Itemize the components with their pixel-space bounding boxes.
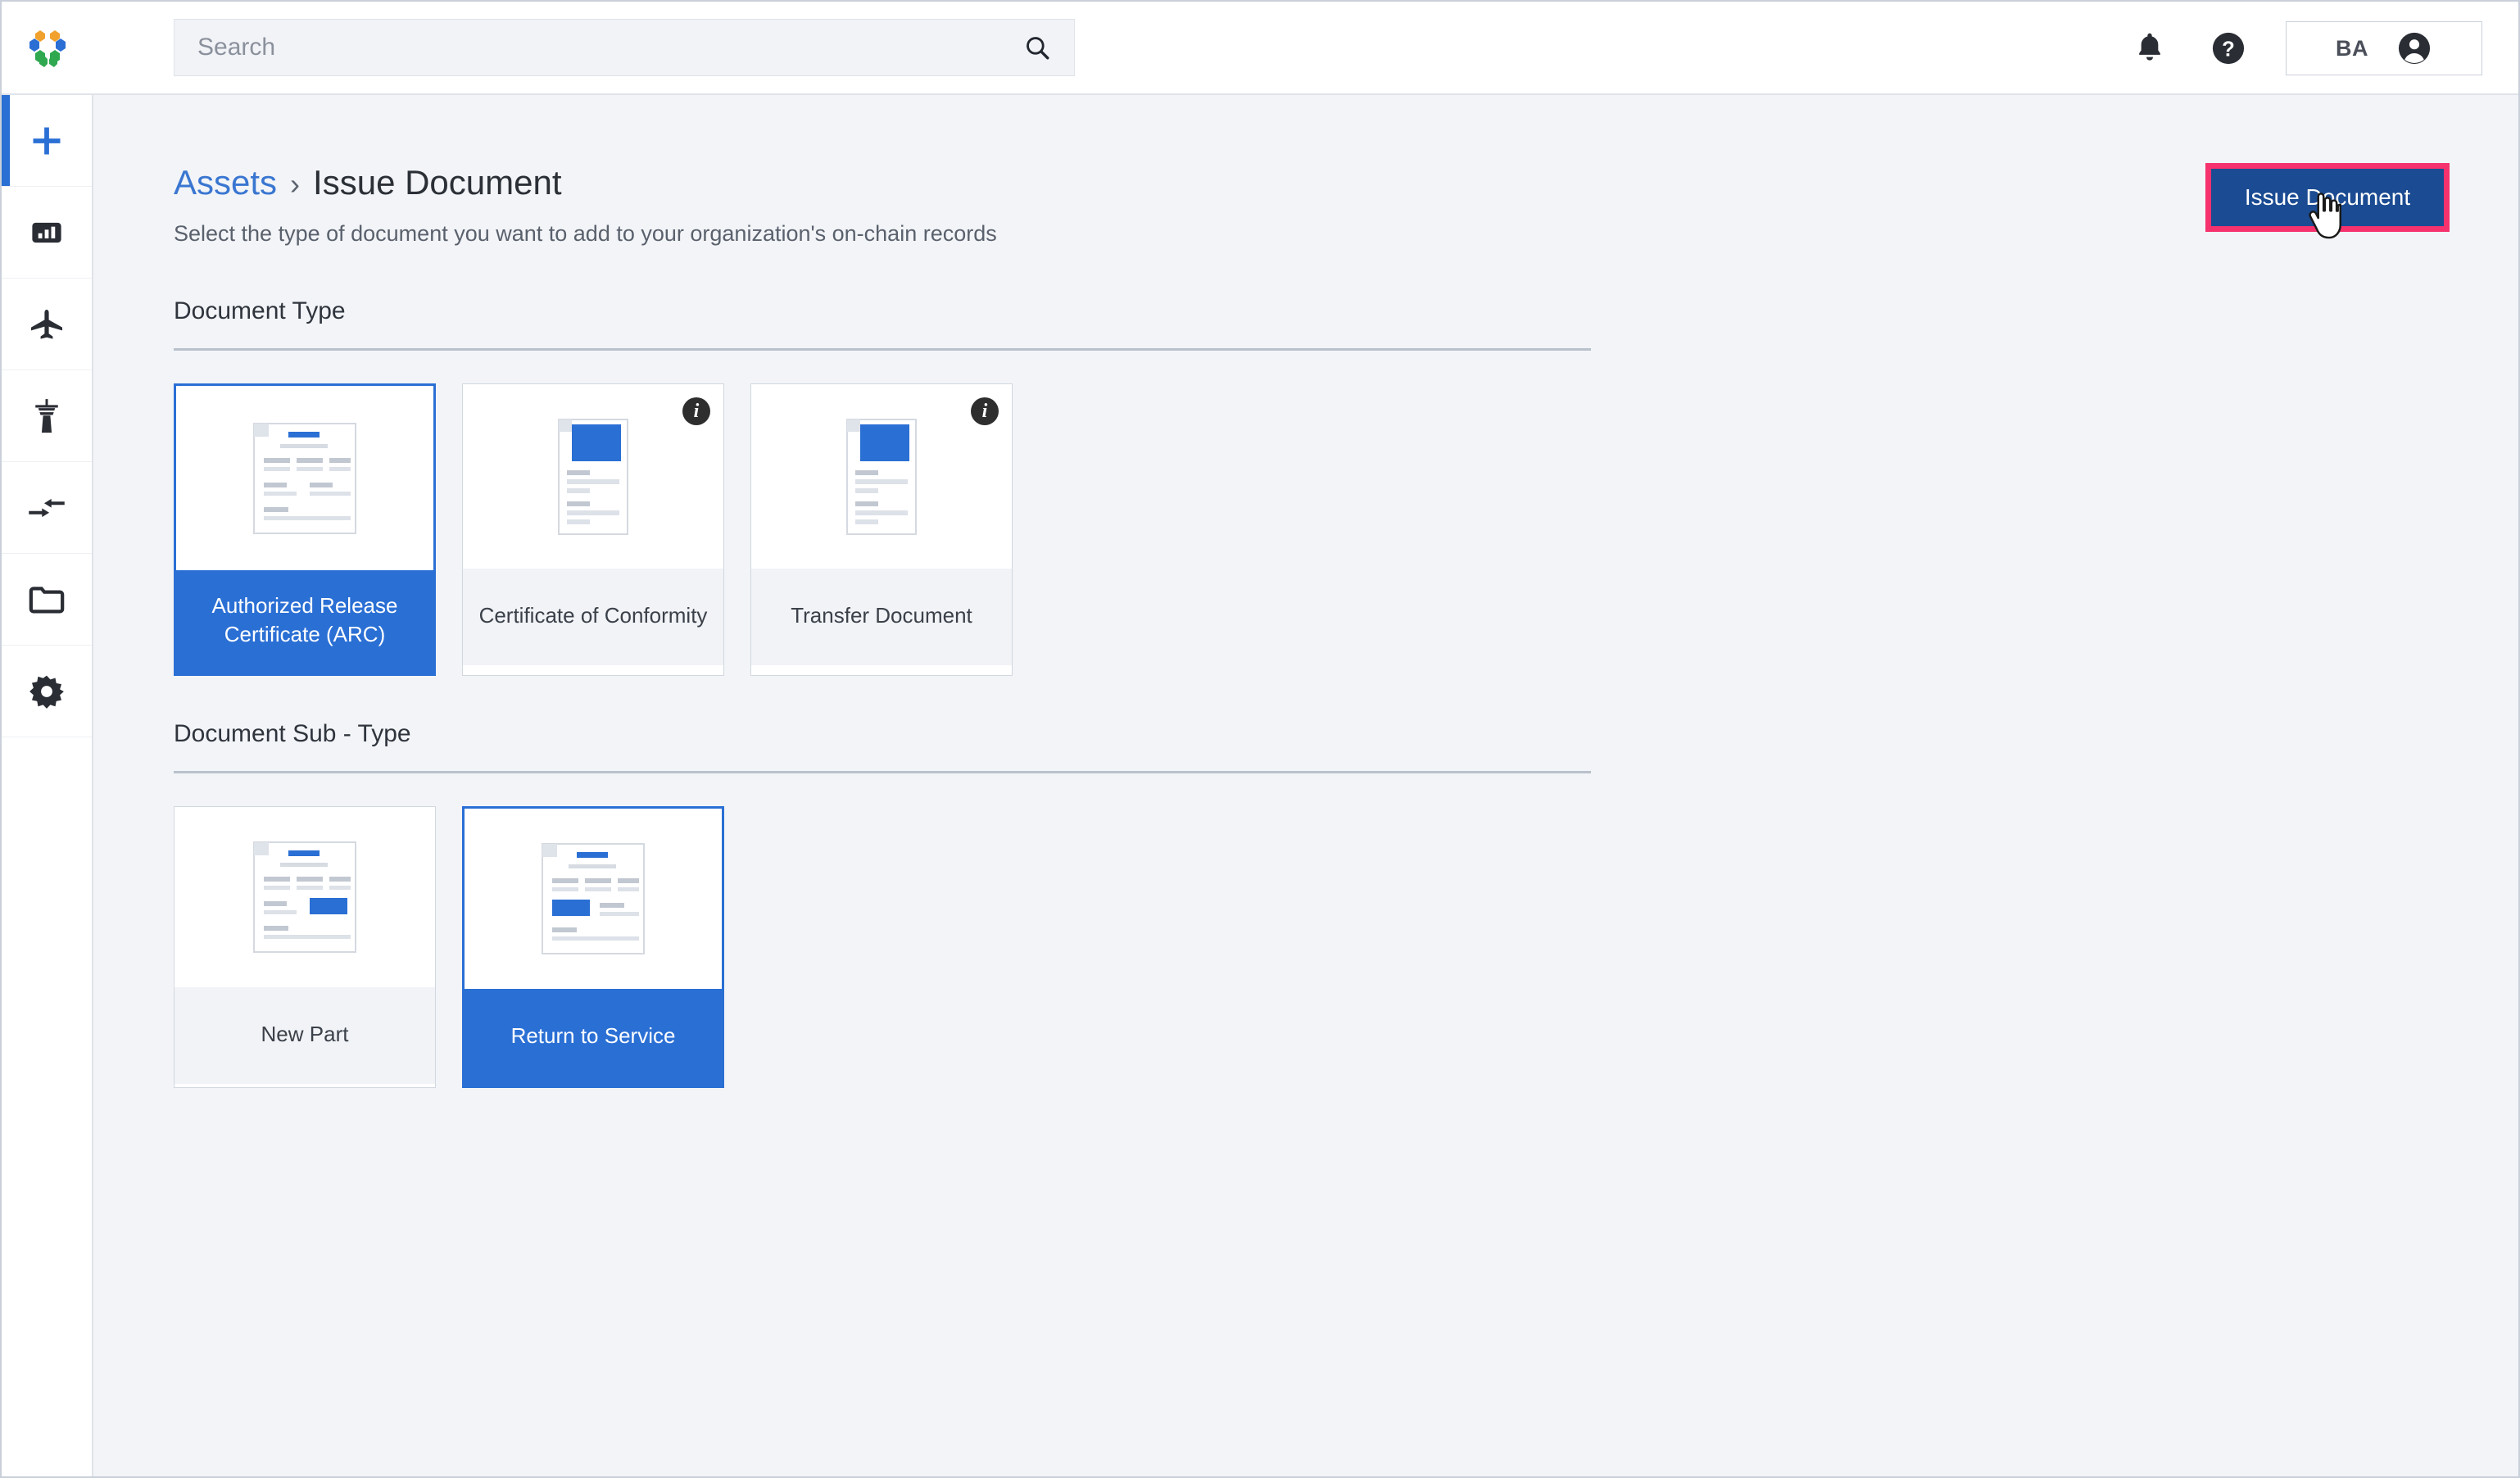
page-subtitle: Select the type of document you want to …: [174, 221, 997, 247]
app-window: ? BA: [0, 0, 2520, 1478]
transfer-arrows-icon: [29, 498, 65, 517]
search-icon[interactable]: [1023, 34, 1051, 61]
app-logo[interactable]: [2, 1, 93, 94]
info-icon[interactable]: i: [971, 397, 999, 426]
card-label: Certificate of Conformity: [463, 569, 723, 666]
help-circle-icon: ?: [2212, 32, 2245, 65]
airplane-icon: [31, 309, 62, 339]
person-circle-icon[interactable]: [2396, 30, 2432, 66]
card-label: Transfer Document: [751, 569, 1012, 666]
breadcrumb-assets-link[interactable]: Assets: [174, 163, 277, 202]
sidebar-item-dashboard[interactable]: [2, 187, 92, 279]
sidebar-item-documents[interactable]: [2, 554, 92, 646]
document-type-card-arc[interactable]: Authorized Release Certificate (ARC): [174, 383, 436, 677]
help-button[interactable]: ?: [2189, 2, 2268, 95]
sidebar-item-aircraft[interactable]: [2, 279, 92, 370]
document-landscape-blue-right-block-icon: [253, 841, 356, 954]
breadcrumb-separator: ›: [290, 167, 301, 201]
svg-text:?: ?: [2222, 39, 2235, 61]
document-type-card-transfer-document[interactable]: i Transfer Document: [750, 383, 1013, 677]
document-sub-type-heading: Document Sub - Type: [174, 720, 411, 748]
breadcrumb: Assets › Issue Document: [174, 163, 2518, 202]
document-sub-type-card-row: New Part Return to Service: [174, 806, 2518, 1089]
document-type-card-row: Authorized Release Certificate (ARC) i C…: [174, 383, 2518, 677]
search-box[interactable]: [174, 19, 1075, 76]
gear-icon: [29, 675, 64, 709]
document-type-divider: [174, 348, 1591, 351]
control-tower-icon: [35, 398, 58, 433]
card-label: Return to Service: [465, 989, 722, 1086]
plus-icon: [33, 127, 61, 154]
card-label: Authorized Release Certificate (ARC): [176, 570, 433, 674]
hexagon-logo-icon: [29, 30, 66, 67]
account-menu[interactable]: BA: [2286, 21, 2482, 75]
bell-icon: [2139, 33, 2160, 61]
chart-bar-icon: [32, 222, 61, 243]
document-sub-type-divider: [174, 771, 1591, 774]
document-sub-type-card-return-to-service[interactable]: Return to Service: [462, 806, 724, 1089]
folder-icon: [29, 586, 65, 613]
document-portrait-blue-block-icon: [558, 418, 628, 535]
sidebar-item-transfers[interactable]: [2, 462, 92, 554]
top-bar: ? BA: [2, 2, 2518, 95]
card-thumbnail: i: [463, 384, 723, 569]
card-thumbnail: [174, 807, 435, 988]
sidebar: [2, 95, 93, 1476]
card-thumbnail: [465, 809, 722, 990]
document-landscape-blue-title-icon: [253, 422, 356, 534]
notifications-button[interactable]: [2110, 2, 2189, 95]
document-landscape-blue-left-block-icon: [542, 843, 645, 955]
document-sub-type-section: Document Sub - Type New Part Return to S…: [93, 720, 2518, 1089]
document-type-heading: Document Type: [174, 297, 346, 325]
sidebar-item-add[interactable]: [2, 95, 92, 187]
document-type-card-certificate-of-conformity[interactable]: i Certificate of Conformity: [462, 383, 724, 677]
top-bar-actions: ? BA: [2110, 2, 2482, 95]
card-label: New Part: [174, 987, 435, 1085]
search-input[interactable]: [174, 20, 961, 75]
card-thumbnail: i: [751, 384, 1012, 569]
page-header: Assets › Issue Document Select the type …: [93, 95, 2518, 247]
main-content: Assets › Issue Document Select the type …: [93, 95, 2518, 1476]
sidebar-item-settings[interactable]: [2, 646, 92, 737]
account-initials: BA: [2336, 35, 2368, 61]
document-sub-type-card-new-part[interactable]: New Part: [174, 806, 436, 1089]
sidebar-item-control-tower[interactable]: [2, 370, 92, 462]
info-icon[interactable]: i: [682, 397, 710, 426]
issue-document-highlight: Issue Document: [2205, 163, 2450, 232]
document-portrait-blue-block-icon: [846, 418, 917, 535]
page-title: Issue Document: [313, 163, 562, 202]
document-type-section: Document Type Authorized Release Certifi…: [93, 297, 2518, 677]
issue-document-button[interactable]: Issue Document: [2211, 169, 2444, 226]
card-thumbnail: [176, 386, 433, 571]
